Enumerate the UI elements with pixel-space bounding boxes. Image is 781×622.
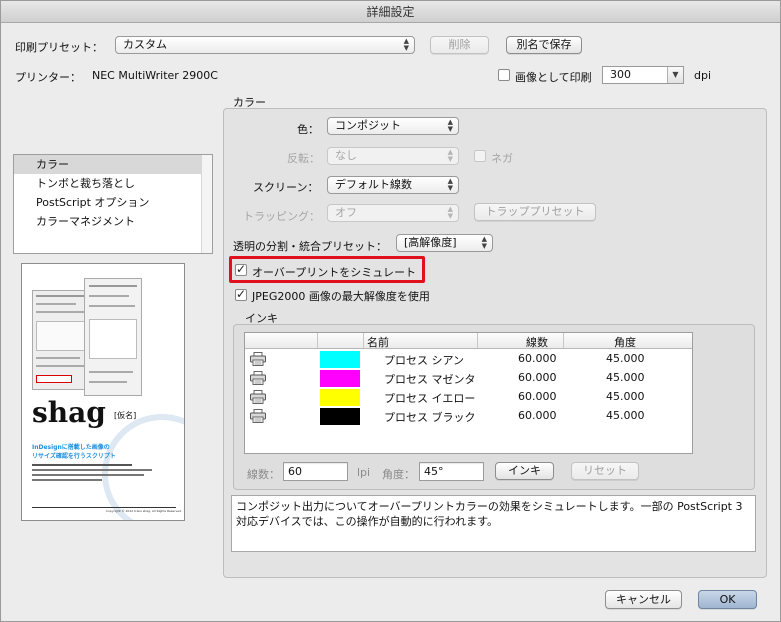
window-title: 詳細設定 <box>1 1 780 23</box>
ink-table-header: 名前 線数 角度 <box>245 333 692 349</box>
flip-label: 反転： <box>287 152 320 165</box>
trap-preset-button[interactable]: トラッププリセット <box>474 203 596 221</box>
dropdown-arrow-icon[interactable]: ▼ <box>667 67 683 83</box>
printer-icon[interactable] <box>250 352 266 366</box>
ink-row[interactable]: プロセス マゼンタ 60.000 45.000 <box>246 369 692 388</box>
jpeg2000-label: JPEG2000 画像の最大解像度を使用 <box>252 290 430 303</box>
printer-icon[interactable] <box>250 390 266 404</box>
updown-arrows-icon: ▲ ▼ <box>447 205 453 220</box>
frequency-input[interactable]: 60 <box>283 462 348 481</box>
print-as-image-checkbox[interactable] <box>498 69 510 81</box>
preview-decor-circle <box>102 414 184 520</box>
ink-header-frequency[interactable]: 線数 <box>526 334 548 350</box>
ok-button[interactable]: OK <box>698 590 757 609</box>
ink-color-swatch <box>320 408 360 425</box>
updown-arrows-icon: ▲ ▼ <box>447 177 453 192</box>
save-as-button[interactable]: 別名で保存 <box>506 36 582 54</box>
preview-dialog-thumbnail <box>32 290 92 390</box>
ink-frequency: 60.000 <box>518 352 557 365</box>
ink-row[interactable]: プロセス シアン 60.000 45.000 <box>246 350 692 369</box>
printer-label: プリンター： <box>15 71 81 84</box>
category-item-postscript[interactable]: PostScript オプション <box>14 193 201 212</box>
preview-blue-line-2: リサイズ確認を行うスクリプト <box>32 453 116 460</box>
simulate-overprint-checkbox[interactable] <box>235 262 247 276</box>
lpi-unit: lpi <box>357 466 371 479</box>
ink-table[interactable]: 名前 線数 角度 プロセス シアン 60.000 45.000 プロセス マゼンタ 60… <box>244 332 693 454</box>
ink-name: プロセス ブラック <box>384 411 476 424</box>
ink-button[interactable]: インキ <box>495 462 554 480</box>
trapping-label: トラッピング： <box>243 210 320 223</box>
printer-icon[interactable] <box>250 409 266 423</box>
screening-label: スクリーン： <box>253 181 319 194</box>
category-list[interactable]: カラー トンボと裁ち落とし PostScript オプション カラーマネジメント <box>13 154 213 254</box>
simulate-overprint-label: オーバープリントをシミュレート <box>252 266 417 279</box>
list-scrollbar[interactable] <box>201 155 212 253</box>
flattener-select[interactable]: [高解像度] ▲ ▼ <box>396 234 493 252</box>
cancel-button[interactable]: キャンセル <box>605 590 682 609</box>
ink-name: プロセス マゼンタ <box>384 373 476 386</box>
updown-arrows-icon: ▲ ▼ <box>481 235 487 250</box>
updown-arrows-icon: ▲ ▼ <box>447 148 453 163</box>
delete-button[interactable]: 削除 <box>430 36 489 54</box>
preview-copyright: Copyright © 2012 trans shag. All Rights … <box>106 509 182 513</box>
trapping-select[interactable]: オフ ▲ ▼ <box>327 204 459 222</box>
preview-blue-line-1: InDesignに搭載した画像の <box>32 444 110 451</box>
page-preview: shag [仮名] InDesignに搭載した画像の リサイズ確認を行うスクリプ… <box>21 263 185 521</box>
ink-frequency: 60.000 <box>518 409 557 422</box>
preset-select[interactable]: カスタム ▲ ▼ <box>115 36 415 54</box>
print-setup-dialog: 詳細設定 印刷プリセット： カスタム ▲ ▼ 削除 別名で保存 プリンター： NE… <box>0 0 781 622</box>
category-item-color[interactable]: カラー <box>14 155 201 174</box>
jpeg2000-checkbox[interactable] <box>235 287 247 301</box>
color-mode-label: 色： <box>297 123 319 136</box>
negative-checkbox[interactable] <box>474 150 486 162</box>
ink-color-swatch <box>320 389 360 406</box>
preview-dialog-thumbnail-2 <box>84 278 142 396</box>
color-mode-select[interactable]: コンポジット ▲ ▼ <box>327 117 459 135</box>
ink-frequency: 60.000 <box>518 371 557 384</box>
preview-logo: shag <box>32 396 106 429</box>
reset-button[interactable]: リセット <box>571 462 639 480</box>
updown-arrows-icon: ▲ ▼ <box>447 118 453 133</box>
ink-header-angle[interactable]: 角度 <box>614 334 636 350</box>
printer-name: NEC MultiWriter 2900C <box>92 69 218 82</box>
description-box: コンポジット出力についてオーバープリントカラーの効果をシミュレートします。一部の… <box>231 495 756 552</box>
updown-arrows-icon: ▲ ▼ <box>403 37 409 52</box>
category-item-color-management[interactable]: カラーマネジメント <box>14 212 201 231</box>
category-item-marks-bleed[interactable]: トンボと裁ち落とし <box>14 174 201 193</box>
ink-color-swatch <box>320 351 360 368</box>
ink-name: プロセス イエロー <box>384 392 476 405</box>
ink-color-swatch <box>320 370 360 387</box>
print-as-image-label: 画像として印刷 <box>515 71 592 84</box>
negative-label: ネガ <box>491 152 513 165</box>
ink-name: プロセス シアン <box>384 354 465 367</box>
preset-label: 印刷プリセット： <box>15 41 103 54</box>
flip-select[interactable]: なし ▲ ▼ <box>327 147 459 165</box>
dpi-unit: dpi <box>694 69 712 82</box>
ink-header-name[interactable]: 名前 <box>367 334 389 350</box>
preview-logo-sub: [仮名] <box>114 411 137 420</box>
frequency-label: 線数： <box>247 468 280 481</box>
angle-input[interactable]: 45° <box>419 462 484 481</box>
ink-angle: 45.000 <box>606 352 645 365</box>
ink-row[interactable]: プロセス イエロー 60.000 45.000 <box>246 388 692 407</box>
screening-select[interactable]: デフォルト線数 ▲ ▼ <box>327 176 459 194</box>
ink-row[interactable]: プロセス ブラック 60.000 45.000 <box>246 407 692 426</box>
printer-icon[interactable] <box>250 371 266 385</box>
dpi-combo[interactable]: 300 ▼ <box>602 66 684 84</box>
ink-angle: 45.000 <box>606 409 645 422</box>
angle-label: 角度： <box>382 468 415 481</box>
ink-frequency: 60.000 <box>518 390 557 403</box>
ink-angle: 45.000 <box>606 390 645 403</box>
ink-angle: 45.000 <box>606 371 645 384</box>
flattener-label: 透明の分割・統合プリセット： <box>233 240 387 253</box>
